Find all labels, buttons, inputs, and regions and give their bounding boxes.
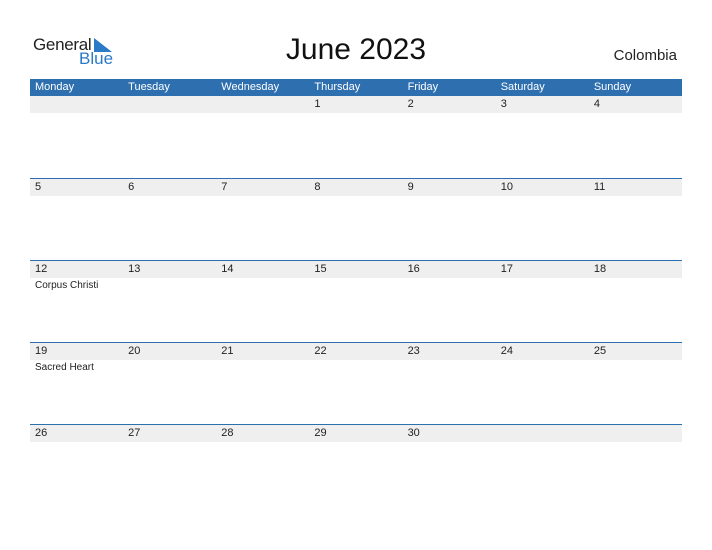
day-number — [216, 96, 309, 113]
holiday-label — [403, 442, 496, 444]
day-number: 3 — [500, 98, 507, 110]
holiday-label — [496, 196, 589, 198]
day-number: 18 — [593, 263, 607, 275]
events-row: Sacred Heart — [30, 360, 682, 373]
holiday-label — [496, 442, 589, 444]
day-number: 13 — [128, 263, 141, 275]
holiday-label — [30, 113, 123, 115]
holiday-label — [123, 442, 216, 444]
holiday-label — [496, 360, 589, 373]
holiday-label — [589, 442, 682, 444]
day-number: 7 — [221, 181, 228, 193]
weekday-header: Monday Tuesday Wednesday Thursday Friday… — [30, 79, 682, 96]
weekday-friday: Friday — [407, 81, 439, 93]
date-strip: 1 2 3 4 — [30, 96, 682, 113]
day-number — [30, 96, 123, 113]
holiday-label — [309, 196, 402, 198]
holiday-label — [123, 360, 216, 373]
holiday-label — [309, 360, 402, 373]
holiday-label — [309, 278, 402, 291]
date-strip: 26 27 28 29 30 — [30, 425, 682, 442]
day-number: 2 — [407, 98, 414, 110]
date-strip: 5 6 7 8 9 10 11 — [30, 179, 682, 196]
week-row: 12 13 14 15 16 17 18 Corpus Christi — [30, 260, 682, 342]
day-number: 20 — [128, 345, 141, 357]
holiday-label — [123, 196, 216, 198]
holiday-label — [589, 196, 682, 198]
holiday-label: Corpus Christi — [35, 280, 99, 291]
day-number — [496, 425, 589, 442]
day-number: 6 — [128, 181, 135, 193]
day-number: 21 — [221, 345, 234, 357]
holiday-label — [589, 360, 682, 373]
day-number: 28 — [221, 427, 234, 439]
holiday-label — [403, 360, 496, 373]
weeks: 1 2 3 4 5 6 7 8 9 10 11 12 13 14 15 16 17 18 Corpus Christ… — [30, 96, 682, 506]
holiday-label — [216, 360, 309, 373]
day-number: 5 — [35, 181, 42, 193]
week-row: 19 20 21 22 23 24 25 Sacred Heart — [30, 342, 682, 424]
holiday-label — [216, 113, 309, 115]
weekday-monday: Monday — [35, 81, 75, 93]
day-number: 10 — [500, 181, 513, 193]
holiday-label — [216, 442, 309, 444]
country-label: Colombia — [613, 47, 677, 64]
day-number: 27 — [128, 427, 141, 439]
weekday-tuesday: Tuesday — [128, 81, 170, 93]
events-row — [30, 196, 682, 198]
day-number: 1 — [314, 98, 321, 110]
holiday-label — [309, 442, 402, 444]
weekday-sunday: Sunday — [593, 81, 632, 93]
day-number: 19 — [35, 345, 48, 357]
holiday-label — [30, 442, 123, 444]
date-strip: 19 20 21 22 23 24 25 — [30, 343, 682, 360]
day-number — [589, 425, 682, 442]
week-row: 1 2 3 4 — [30, 96, 682, 178]
holiday-label — [216, 196, 309, 198]
holiday-label — [589, 113, 682, 115]
holiday-label — [123, 278, 216, 291]
day-number: 26 — [35, 427, 48, 439]
day-number: 8 — [314, 181, 321, 193]
day-number: 24 — [500, 345, 513, 357]
week-row: 26 27 28 29 30 — [30, 424, 682, 506]
date-strip: 12 13 14 15 16 17 18 — [30, 261, 682, 278]
day-number: 17 — [500, 263, 513, 275]
holiday-label — [403, 113, 496, 115]
day-number: 30 — [407, 427, 420, 439]
day-number: 29 — [314, 427, 327, 439]
day-number: 16 — [407, 263, 420, 275]
page-title: June 2023 — [285, 33, 427, 66]
holiday-label — [30, 196, 123, 198]
events-row — [30, 113, 682, 115]
day-number: 11 — [593, 181, 606, 193]
day-number: 14 — [221, 263, 234, 275]
day-number: 12 — [35, 263, 48, 275]
day-number: 23 — [407, 345, 420, 357]
holiday-label — [496, 113, 589, 115]
weekday-thursday: Thursday — [314, 81, 361, 93]
holiday-label — [403, 278, 496, 291]
calendar-grid: Monday Tuesday Wednesday Thursday Friday… — [30, 79, 682, 506]
holiday-label — [216, 278, 309, 291]
holiday-label — [589, 278, 682, 291]
events-row — [30, 442, 682, 444]
day-number: 15 — [314, 263, 327, 275]
day-number: 22 — [314, 345, 327, 357]
holiday-label — [123, 113, 216, 115]
weekday-saturday: Saturday — [500, 81, 545, 93]
day-number: 9 — [407, 181, 414, 193]
day-number: 4 — [593, 98, 600, 110]
week-row: 5 6 7 8 9 10 11 — [30, 178, 682, 260]
holiday-label — [309, 113, 402, 115]
day-number — [123, 96, 216, 113]
holiday-label: Sacred Heart — [35, 362, 94, 373]
holiday-label — [403, 196, 496, 198]
day-number: 25 — [593, 345, 607, 357]
holiday-label — [496, 278, 589, 291]
events-row: Corpus Christi — [30, 278, 682, 291]
weekday-wednesday: Wednesday — [221, 81, 280, 93]
